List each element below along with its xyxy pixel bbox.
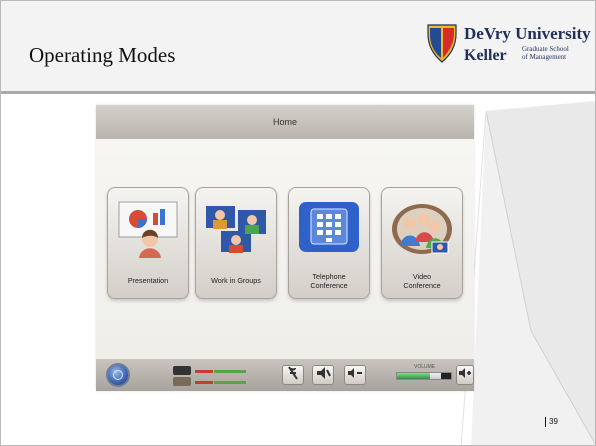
power-icon — [113, 370, 123, 380]
presentation-label: Presentation — [108, 276, 188, 285]
control-bar: VOLUME — [96, 359, 474, 391]
video-conference-label: Video Conference — [382, 272, 462, 290]
presentation-icon — [118, 201, 178, 258]
volume-up-button[interactable] — [456, 365, 474, 385]
speaker-mute-icon — [317, 367, 331, 379]
telephone-icon — [299, 202, 359, 252]
volume-level-fill — [397, 373, 430, 379]
slide: Operating Modes DeVry University Keller … — [0, 0, 596, 446]
volume-label: VOLUME — [414, 364, 436, 370]
microphone-mute-button[interactable] — [282, 365, 304, 385]
telephone-label-line-2: Conference — [310, 281, 348, 290]
microphone-meter-green — [214, 370, 246, 373]
page-number: 39 — [549, 417, 558, 426]
volume-down-icon — [348, 368, 362, 378]
microphone-meter-icon — [173, 366, 191, 375]
microphone-meter-red — [195, 370, 213, 373]
work-in-groups-label-text: Work in Groups — [211, 276, 261, 285]
telephone-conference-mode-button[interactable]: Telephone Conference — [288, 187, 370, 299]
video-conference-mode-button[interactable]: Video Conference — [381, 187, 463, 299]
presentation-label-text: Presentation — [127, 276, 169, 285]
microphone-mute-icon — [288, 366, 298, 380]
work-in-groups-mode-button[interactable]: Work in Groups — [195, 187, 277, 299]
speaker-mute-button[interactable] — [312, 365, 334, 385]
page-number-divider — [545, 417, 546, 427]
volume-up-icon — [459, 368, 471, 378]
volume-down-button[interactable] — [344, 365, 366, 385]
group-work-icon — [206, 206, 266, 253]
power-button[interactable] — [106, 363, 130, 387]
telephone-label-line-1: Telephone — [312, 272, 346, 281]
volume-max-segment — [441, 373, 451, 379]
work-in-groups-label: Work in Groups — [196, 276, 276, 285]
volume-slider[interactable] — [396, 372, 452, 380]
screen-title: Home — [272, 117, 297, 127]
video-label-line-2: Conference — [403, 281, 441, 290]
telephone-conference-label: Telephone Conference — [289, 272, 369, 290]
video-label-line-1: Video — [412, 272, 432, 281]
camera-meter-icon — [173, 377, 191, 386]
presentation-mode-button[interactable]: Presentation — [107, 187, 189, 299]
control-screen: Home Presentation Work in Groups Telepho… — [96, 105, 474, 391]
camera-meter-green — [214, 381, 246, 384]
camera-meter-red — [195, 381, 213, 384]
video-conference-icon — [392, 204, 452, 254]
